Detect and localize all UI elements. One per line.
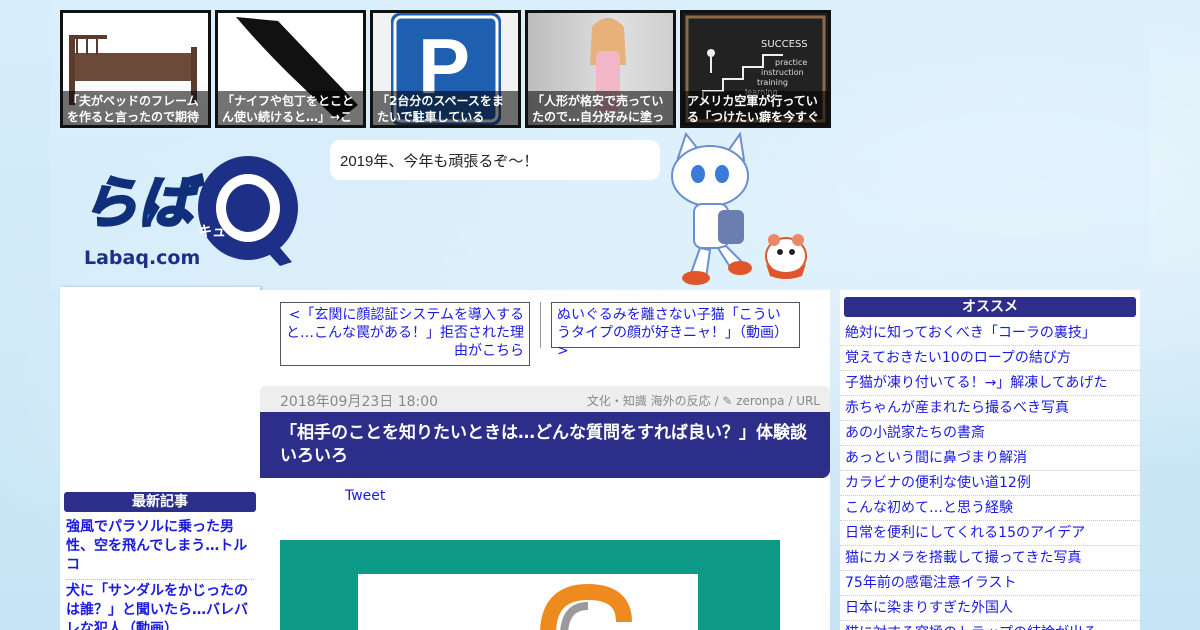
latest-article-link[interactable]: 犬に「サンダルをかじったのは誰？」と聞いたら…バレバレな犯人（動画） <box>66 580 254 630</box>
tweet-button[interactable]: Tweet <box>345 488 385 504</box>
recommended-link[interactable]: 日常を便利にしてくれる15のアイデア <box>840 521 1140 546</box>
svg-text:SUCCESS: SUCCESS <box>761 39 808 50</box>
recommended-link[interactable]: こんな初めて…と思う経験 <box>840 496 1140 521</box>
nav-divider <box>540 302 541 348</box>
recommended-link[interactable]: 日本に染まりすぎた外国人 <box>840 596 1140 621</box>
recommended-link[interactable]: あっという間に鼻づまり解消 <box>840 446 1140 471</box>
article-categories: 文化・知識 海外の反応 / ✎ zeronpa / URL <box>587 392 820 409</box>
recommended-link[interactable]: 猫にカメラを搭載して撮ってきた写真 <box>840 546 1140 571</box>
logo-url: Labaq.com <box>84 247 200 269</box>
hero-logo-fragment <box>540 583 632 630</box>
recommended-link[interactable]: 猫に対する究極のトラップの結論が出る <box>840 621 1140 630</box>
recommended-link[interactable]: 覚えておきたい10のロープの結び方 <box>840 346 1140 371</box>
left-sidebar: 最新記事 強風でパラソルに乗った男性、空を飛んでしまう…トルコ 犬に「サンダルを… <box>60 287 260 630</box>
recommended-list: 絶対に知っておくべき「コーラの裏技」 覚えておきたい10のロープの結び方 子猫が… <box>840 321 1140 630</box>
article-meta: 2018年09月23日 18:00 文化・知識 海外の反応 / ✎ zeronp… <box>260 386 830 412</box>
permalink[interactable]: URL <box>796 394 820 408</box>
thumbnail-caption: 「夫がベッドのフレームを作ると言ったので期待 <box>63 91 208 125</box>
article-navigation: <「玄関に顔認証システムを導入すると…こんな罠がある！」拒否された理由がこちら … <box>280 302 820 368</box>
recommended-link[interactable]: 75年前の感電注意イラスト <box>840 571 1140 596</box>
author-link[interactable]: zeronpa <box>736 394 784 408</box>
logo-text: らば <box>82 171 203 236</box>
recommended-link[interactable]: カラビナの便利な使い道12例 <box>840 471 1140 496</box>
recommended-link[interactable]: 絶対に知っておくべき「コーラの裏技」 <box>840 321 1140 346</box>
logo-graphic: らば キュー Labaq.com <box>81 156 298 269</box>
article-date: 2018年09月23日 18:00 <box>280 394 439 410</box>
article-title: 「相手のことを知りたいときは…どんな質問をすれば良い？」体験談いろいろ <box>260 412 830 478</box>
thumbnail-chalkboard[interactable]: SUCCESS practice instruction training le… <box>680 10 831 128</box>
meta-separator: / <box>788 394 797 408</box>
logo-kana: キュー <box>198 224 240 240</box>
svg-text:instruction: instruction <box>761 68 804 77</box>
recommended-link[interactable]: 子猫が凍り付いてる！→」解凍してあげた <box>840 371 1140 396</box>
main-content: <「玄関に顔認証システムを導入すると…こんな罠がある！」拒否された理由がこちら … <box>260 290 830 630</box>
speech-bubble: 2019年、今年も頑張るぞ～！ <box>330 140 660 180</box>
site-logo[interactable]: らば キュー Labaq.com <box>80 150 320 270</box>
cat-mascot-icon <box>671 131 807 285</box>
page: 「夫がベッドのフレームを作ると言ったので期待 「ナイフや包丁をとことん使い続ける… <box>50 0 1150 630</box>
thumbnail-strip: 「夫がベッドのフレームを作ると言ったので期待 「ナイフや包丁をとことん使い続ける… <box>60 10 831 128</box>
thumbnail-doll[interactable]: 「人形が格安で売っていたので…自分好みに塗っ <box>525 10 676 128</box>
thumbnail-caption: 「人形が格安で売っていたので…自分好みに塗っ <box>528 91 673 125</box>
thumbnail-caption: アメリカ空軍が行っている「つけたい癖を今すぐ <box>683 91 828 125</box>
category-links[interactable]: 文化・知識 海外の反応 / <box>587 394 723 408</box>
recommended-link[interactable]: 赤ちゃんが産まれたら撮るべき写真 <box>840 396 1140 421</box>
next-article-link[interactable]: ぬいぐるみを離さない子猫「こういうタイプの顔が好きニャ！」（動画）> <box>551 302 800 359</box>
latest-articles-list: 強風でパラソルに乗った男性、空を飛んでしまう…トルコ 犬に「サンダルをかじったの… <box>60 512 260 630</box>
prev-article-link[interactable]: <「玄関に顔認証システムを導入すると…こんな罠がある！」拒否された理由がこちら <box>280 302 530 366</box>
recommended-heading: オススメ <box>844 297 1136 317</box>
thumbnail-caption: 「2台分のスペースをまたいで駐車しているBMWが <box>373 91 518 125</box>
thumbnail-bed[interactable]: 「夫がベッドのフレームを作ると言ったので期待 <box>60 10 211 128</box>
svg-text:training: training <box>757 78 788 87</box>
latest-article-link[interactable]: 強風でパラソルに乗った男性、空を飛んでしまう…トルコ <box>66 516 254 580</box>
hero-card <box>358 574 698 630</box>
article-hero-image <box>280 540 780 630</box>
pencil-icon: ✎ <box>722 394 733 408</box>
latest-articles-heading: 最新記事 <box>64 492 256 512</box>
recommended-link[interactable]: あの小説家たちの書斎 <box>840 421 1140 446</box>
right-sidebar: オススメ 絶対に知っておくべき「コーラの裏技」 覚えておきたい10のロープの結び… <box>840 290 1140 630</box>
thumbnail-knife[interactable]: 「ナイフや包丁をとことん使い続けると…」→こ <box>215 10 366 128</box>
thumbnail-parking[interactable]: P 「2台分のスペースをまたいで駐車しているBMWが <box>370 10 521 128</box>
svg-text:practice: practice <box>775 58 807 67</box>
thumbnail-caption: 「ナイフや包丁をとことん使い続けると…」→こ <box>218 91 363 125</box>
